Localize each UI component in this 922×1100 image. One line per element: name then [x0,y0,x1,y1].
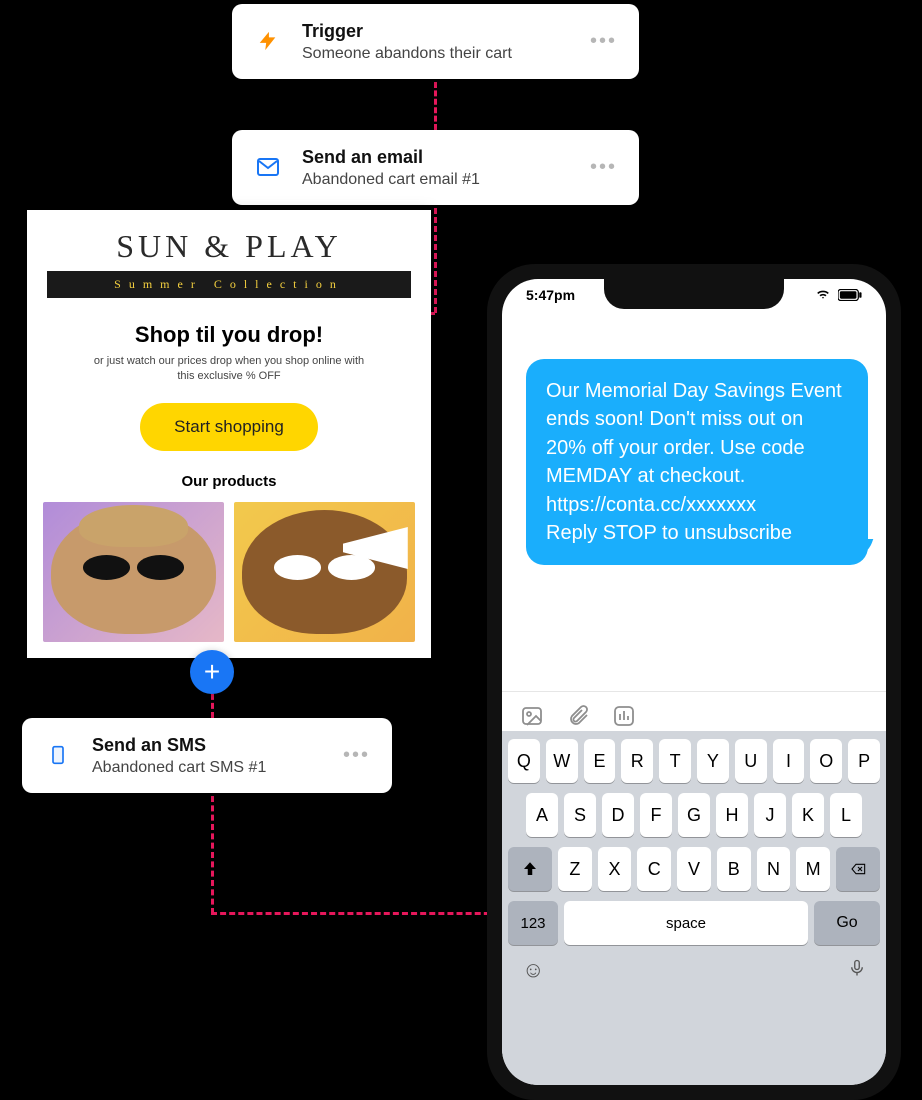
start-shopping-button[interactable]: Start shopping [140,403,318,451]
product-image [43,502,224,642]
connector-trigger-to-email [434,82,437,130]
phone-icon [40,737,76,773]
keyboard-key[interactable]: G [678,793,710,837]
more-menu[interactable]: ••• [586,30,621,53]
keyboard-key[interactable]: L [830,793,862,837]
keyboard-key[interactable]: H [716,793,748,837]
space-key[interactable]: space [564,901,808,945]
brand-title: SUN & PLAY [27,228,431,265]
connector-to-phone [211,912,508,915]
node-title: Send an email [302,146,570,169]
numbers-key[interactable]: 123 [508,901,558,945]
node-title: Trigger [302,20,570,43]
poll-icon[interactable] [610,702,638,730]
more-menu[interactable]: ••• [339,744,374,767]
connector-email-down [434,208,437,313]
product-row [27,490,431,658]
flow-node-email[interactable]: Send an email Abandoned cart email #1 ••… [232,130,639,205]
status-time: 5:47pm [526,287,575,304]
products-heading: Our products [27,473,431,490]
email-preview-card: SUN & PLAY Summer Collection Shop til yo… [27,210,431,658]
envelope-icon [250,149,286,185]
keyboard-key[interactable]: I [773,739,805,783]
phone-screen: 5:47pm Our Memorial Day Savings Event en… [502,279,886,1085]
product-image [234,502,415,642]
keyboard-key[interactable]: U [735,739,767,783]
keyboard-key[interactable]: B [717,847,751,891]
keyboard-bottom-row: ☺ [508,955,880,987]
brand-subtitle-bar: Summer Collection [47,271,411,298]
phone-mockup: 5:47pm Our Memorial Day Savings Event en… [487,264,901,1100]
keyboard-key[interactable]: M [796,847,830,891]
keyboard-key[interactable]: O [810,739,842,783]
node-subtitle: Abandoned cart SMS #1 [92,759,323,777]
keyboard-key[interactable]: W [546,739,578,783]
add-step-button[interactable]: + [190,650,234,694]
flow-node-trigger[interactable]: Trigger Someone abandons their cart ••• [232,4,639,79]
more-menu[interactable]: ••• [586,156,621,179]
keyboard-row: 123 space Go [508,901,880,945]
email-subtext: or just watch our prices drop when you s… [27,354,431,385]
photo-icon[interactable] [518,702,546,730]
mic-icon[interactable] [848,957,866,985]
sms-body: Our Memorial Day Savings Event ends soon… [546,380,842,544]
node-subtitle: Someone abandons their cart [302,45,570,63]
keyboard-key[interactable]: Q [508,739,540,783]
node-title: Send an SMS [92,734,323,757]
keyboard-key[interactable]: F [640,793,672,837]
keyboard-row: ZXCVBNM [508,847,880,891]
email-headline: Shop til you drop! [27,322,431,348]
emoji-icon[interactable]: ☺ [522,957,544,985]
node-subtitle: Abandoned cart email #1 [302,171,570,189]
keyboard-row: ASDFGHJKL [508,793,880,837]
keyboard-key[interactable]: T [659,739,691,783]
keyboard-key[interactable]: K [792,793,824,837]
keyboard-key[interactable]: C [637,847,671,891]
phone-keyboard[interactable]: QWERTYUIOP ASDFGHJKL ZXCVBNM 123 space G… [502,731,886,1085]
lightning-bolt-icon [250,23,286,59]
keyboard-key[interactable]: N [757,847,791,891]
keyboard-key[interactable]: E [584,739,616,783]
attachment-icon[interactable] [564,702,592,730]
keyboard-key[interactable]: X [598,847,632,891]
keyboard-key[interactable]: J [754,793,786,837]
shift-key[interactable] [508,847,552,891]
go-key[interactable]: Go [814,901,880,945]
keyboard-key[interactable]: V [677,847,711,891]
keyboard-key[interactable]: R [621,739,653,783]
keyboard-key[interactable]: D [602,793,634,837]
connector-sms-down [211,796,214,914]
sms-message-bubble: Our Memorial Day Savings Event ends soon… [526,359,868,565]
phone-notch [604,279,784,309]
wifi-icon [814,287,832,304]
message-input-bar[interactable] [502,691,886,736]
keyboard-key[interactable]: P [848,739,880,783]
keyboard-key[interactable]: S [564,793,596,837]
backspace-key[interactable] [836,847,880,891]
keyboard-key[interactable]: A [526,793,558,837]
keyboard-key[interactable]: Y [697,739,729,783]
flow-node-sms[interactable]: Send an SMS Abandoned cart SMS #1 ••• [22,718,392,793]
keyboard-row: QWERTYUIOP [508,739,880,783]
keyboard-key[interactable]: Z [558,847,592,891]
battery-icon [838,288,862,304]
